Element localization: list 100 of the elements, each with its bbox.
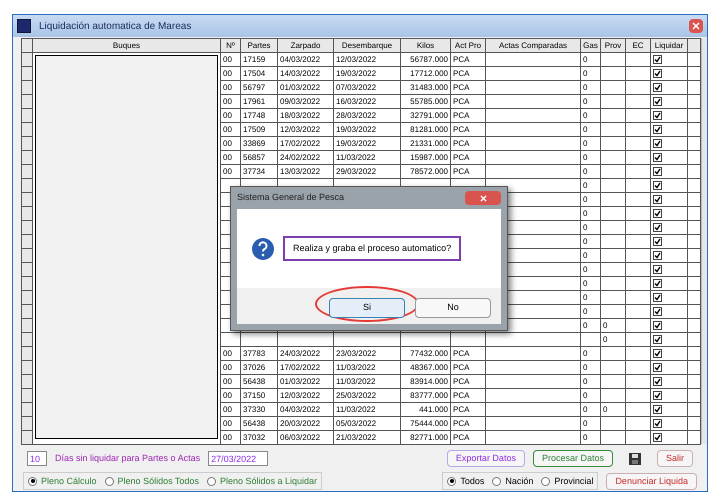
- table-cell-text: 32791.000: [409, 112, 448, 120]
- scrollbar[interactable]: [701, 38, 707, 444]
- checkbox[interactable]: [653, 223, 662, 232]
- table-cell: 11/03/2022: [336, 362, 376, 372]
- radio-button[interactable]: [541, 476, 550, 486]
- column-header: Partes: [240, 38, 278, 53]
- checkbox[interactable]: [653, 279, 662, 288]
- days-label: Días sin liquidar para Partes o Actas: [55, 452, 200, 466]
- table-cell: 0: [583, 320, 588, 330]
- table-cell: 20/03/2022: [280, 418, 320, 428]
- table-cell: 0: [583, 362, 588, 372]
- radio-button[interactable]: [447, 476, 456, 486]
- table-cell: 17961: [243, 96, 266, 106]
- radio-button[interactable]: [206, 476, 216, 486]
- days-field[interactable]: 10: [27, 451, 47, 466]
- radio-button[interactable]: [28, 476, 37, 486]
- table-cell: 04/03/2022: [280, 404, 320, 414]
- checkbox[interactable]: [653, 251, 662, 260]
- checkbox[interactable]: [653, 349, 662, 358]
- table-cell: 0: [583, 278, 588, 288]
- checkbox[interactable]: [653, 391, 662, 400]
- table-cell: 12/03/2022: [280, 124, 320, 134]
- table-cell: 28/03/2022: [336, 110, 376, 120]
- radio-button[interactable]: [104, 476, 114, 486]
- table-cell-text: 82771.000: [409, 434, 448, 442]
- denounce-button[interactable]: Denunciar Liquida: [606, 472, 697, 490]
- close-button[interactable]: [465, 191, 501, 205]
- table-cell: 17748: [243, 110, 266, 120]
- table-cell: 0: [583, 292, 588, 302]
- checkbox[interactable]: [653, 209, 662, 218]
- table-cell: PCA: [453, 404, 470, 414]
- column-header: EC: [626, 38, 650, 53]
- column-header: Nº: [220, 38, 240, 53]
- table-cell: 0: [583, 82, 588, 92]
- close-button[interactable]: [689, 19, 703, 34]
- table-cell: 0: [583, 264, 588, 274]
- table-cell: 23/03/2022: [336, 348, 376, 358]
- table-cell: 0: [583, 110, 588, 120]
- table-cell: PCA: [453, 152, 470, 162]
- table-cell: 17/02/2022: [280, 362, 320, 372]
- table-cell: PCA: [453, 54, 470, 64]
- table-cell: 56857: [243, 152, 266, 162]
- table-cell-text: 441.000: [418, 406, 448, 414]
- checkbox[interactable]: [653, 195, 662, 204]
- table-cell: 0: [583, 376, 588, 386]
- table-cell: 0: [583, 348, 588, 358]
- radio-button[interactable]: [492, 476, 502, 486]
- checkbox[interactable]: [653, 69, 662, 78]
- checkbox[interactable]: [653, 55, 662, 64]
- checkbox[interactable]: [653, 419, 662, 428]
- table-cell: 13/03/2022: [280, 166, 320, 176]
- table-cell-text: 55785.000: [409, 98, 448, 106]
- date-field[interactable]: 27/03/2022: [208, 451, 268, 466]
- table-cell: 19/03/2022: [336, 138, 376, 148]
- checkbox[interactable]: [653, 335, 662, 344]
- dialog-button[interactable]: Si: [329, 298, 405, 318]
- table-cell: PCA: [453, 110, 470, 120]
- checkbox[interactable]: [653, 363, 662, 372]
- radio-label: Pleno Sólidos Todos: [118, 474, 199, 488]
- checkbox[interactable]: [653, 237, 662, 246]
- table-cell: 00: [223, 166, 232, 176]
- table-cell: 37330: [243, 404, 266, 414]
- checkbox[interactable]: [653, 307, 662, 316]
- checkbox[interactable]: [653, 377, 662, 386]
- table-cell: 0: [583, 68, 588, 78]
- table-cell: 00: [223, 418, 232, 428]
- dialog-button[interactable]: No: [415, 298, 491, 318]
- checkbox[interactable]: [653, 405, 662, 414]
- table-cell: 0: [583, 306, 588, 316]
- export-button[interactable]: Exportar Datos: [446, 450, 525, 468]
- table-cell: 24/02/2022: [280, 152, 320, 162]
- process-button[interactable]: Procesar Datos: [532, 450, 613, 468]
- dialog-title: Sistema General de Pesca: [237, 191, 346, 204]
- checkbox[interactable]: [653, 83, 662, 92]
- checkbox[interactable]: [653, 265, 662, 274]
- table-cell: 0: [583, 404, 588, 414]
- checkbox[interactable]: [653, 125, 662, 134]
- radio-label: Pleno Sólidos a Liquidar: [220, 474, 318, 488]
- table-cell: 00: [223, 348, 232, 358]
- table-cell: 0: [583, 166, 588, 176]
- table-cell: 00: [223, 390, 232, 400]
- checkbox[interactable]: [653, 153, 662, 162]
- checkbox[interactable]: [653, 433, 662, 442]
- table-cell: 37026: [243, 362, 266, 372]
- table-cell: 14/03/2022: [280, 68, 320, 78]
- table-cell-text: 77432.000: [409, 350, 448, 358]
- exit-button[interactable]: Salir: [656, 450, 693, 468]
- table-cell: 16/03/2022: [336, 96, 376, 106]
- table-cell: 33869: [243, 138, 266, 148]
- checkbox[interactable]: [653, 321, 662, 330]
- checkbox[interactable]: [653, 167, 662, 176]
- table-cell: 11/03/2022: [336, 376, 376, 386]
- table-cell: 17509: [243, 124, 266, 134]
- checkbox[interactable]: [653, 111, 662, 120]
- table-cell: 37734: [243, 166, 266, 176]
- checkbox[interactable]: [653, 181, 662, 190]
- checkbox[interactable]: [653, 97, 662, 106]
- checkbox[interactable]: [653, 293, 662, 302]
- checkbox[interactable]: [653, 139, 662, 148]
- radio-label: Provincial: [554, 474, 594, 488]
